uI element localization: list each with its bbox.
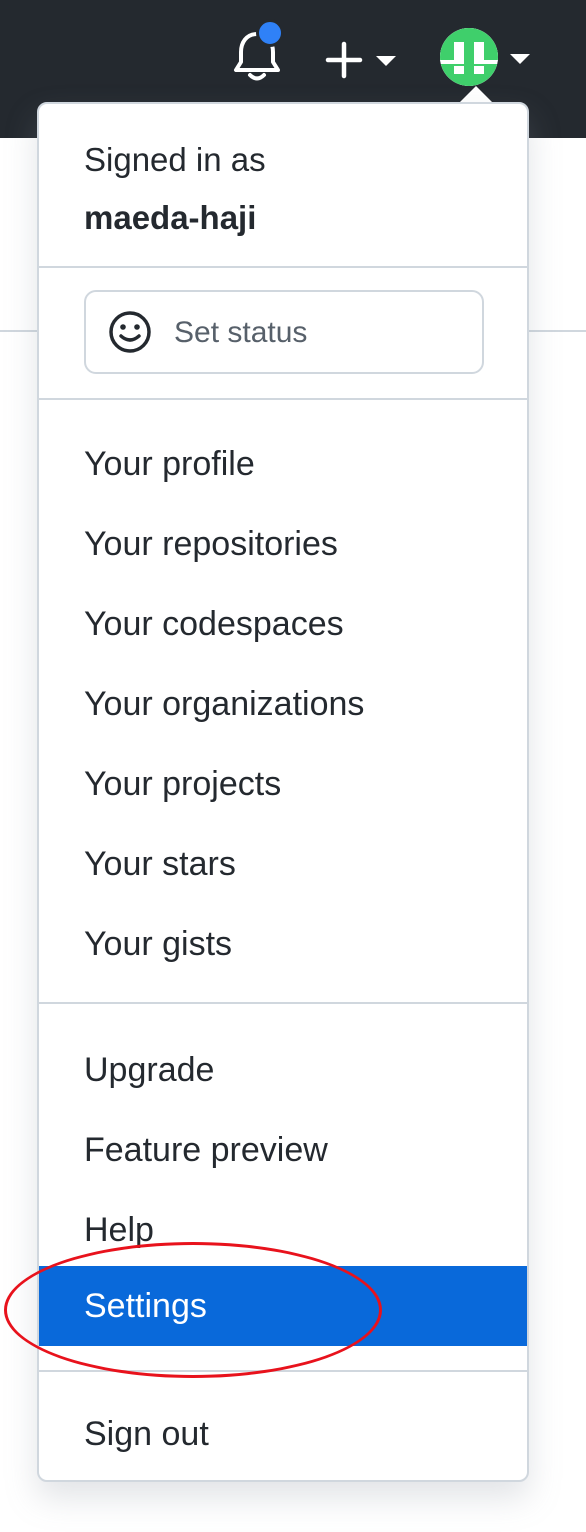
menu-divider (39, 1002, 527, 1004)
avatar (440, 28, 498, 86)
user-menu-button[interactable] (440, 28, 532, 88)
menu-item-your-projects[interactable]: Your projects (39, 744, 527, 824)
user-dropdown-menu: Signed in as maeda-haji Set status Your … (37, 102, 529, 1482)
menu-item-feature-preview[interactable]: Feature preview (39, 1110, 527, 1190)
plus-icon (325, 41, 363, 79)
menu-item-upgrade[interactable]: Upgrade (39, 1030, 527, 1110)
chevron-down-icon (376, 56, 396, 66)
signed-in-label: Signed in as (84, 141, 266, 178)
menu-item-help[interactable]: Help (39, 1190, 527, 1270)
menu-item-your-repositories[interactable]: Your repositories (39, 504, 527, 584)
menu-divider (39, 266, 527, 268)
notification-indicator (256, 19, 284, 47)
menu-item-sign-out[interactable]: Sign out (39, 1394, 527, 1474)
menu-item-your-stars[interactable]: Your stars (39, 824, 527, 904)
username: maeda-haji (84, 199, 257, 236)
create-new-button[interactable] (322, 38, 402, 84)
menu-item-your-codespaces[interactable]: Your codespaces (39, 584, 527, 664)
menu-divider (39, 398, 527, 400)
set-status-label: Set status (174, 316, 308, 349)
chevron-down-icon (510, 54, 530, 64)
menu-item-your-gists[interactable]: Your gists (39, 904, 527, 984)
identicon-icon (440, 28, 498, 86)
menu-pointer (460, 86, 492, 102)
menu-item-your-organizations[interactable]: Your organizations (39, 664, 527, 744)
set-status-button[interactable]: Set status (84, 290, 484, 374)
menu-item-your-profile[interactable]: Your profile (39, 424, 527, 504)
smiley-icon (109, 311, 151, 353)
menu-divider (39, 1370, 527, 1372)
menu-item-settings[interactable]: Settings (39, 1266, 527, 1346)
